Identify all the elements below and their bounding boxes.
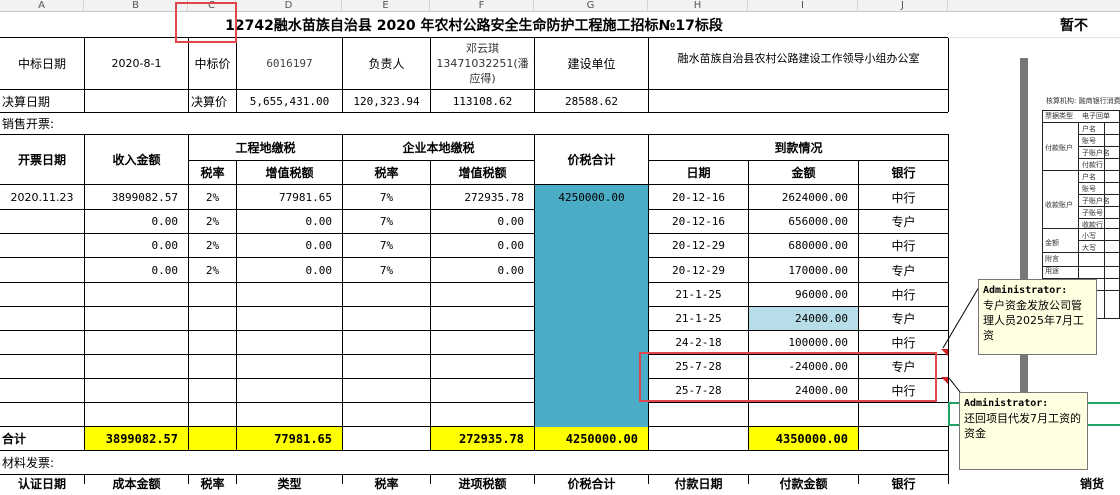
- comment-box-1[interactable]: Administrator: 专户资金发放公司管理人员2025年7月工资: [978, 279, 1097, 355]
- comment-2-text: 还回项目代发7月工资的资金: [964, 412, 1081, 440]
- comment-box-2[interactable]: Administrator: 还回项目代发7月工资的资金: [959, 392, 1088, 470]
- comment-2-author: Administrator:: [964, 398, 1049, 409]
- comment-1-text: 专户资金发放公司管理人员2025年7月工资: [983, 299, 1084, 342]
- title-number-highlight: [175, 2, 237, 43]
- comment-1-author: Administrator:: [983, 285, 1068, 296]
- rows-highlight: [639, 352, 937, 402]
